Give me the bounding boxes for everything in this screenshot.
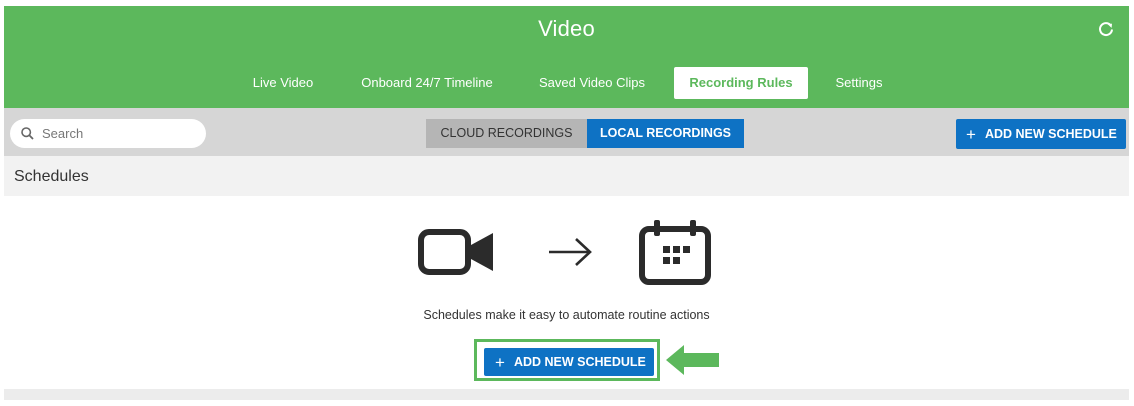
arrow-right-icon [549,238,592,266]
schedules-empty-state: Schedules make it easy to automate routi… [4,196,1129,389]
pointer-arrow-icon [666,345,719,375]
plus-icon: + [495,352,505,372]
app-frame: Video Live Video Onboard 24/7 Timeline S… [4,6,1129,400]
tab-live-video[interactable]: Live Video [242,67,324,99]
bottom-strip [4,389,1129,400]
add-new-schedule-center-button[interactable]: + ADD NEW SCHEDULE [484,348,654,376]
page-title: Video [538,16,595,41]
highlight-box: + ADD NEW SCHEDULE [474,339,660,381]
toolbar: CLOUD RECORDINGS LOCAL RECORDINGS + ADD … [4,108,1129,156]
tab-settings[interactable]: Settings [827,67,891,99]
add-new-schedule-button[interactable]: + ADD NEW SCHEDULE [956,119,1126,149]
local-recordings-toggle[interactable]: LOCAL RECORDINGS [587,119,744,148]
add-new-schedule-label: ADD NEW SCHEDULE [984,127,1117,141]
empty-state-message: Schedules make it easy to automate routi… [423,308,710,322]
search-box [10,119,206,148]
tab-saved-video-clips[interactable]: Saved Video Clips [529,67,655,99]
cloud-recordings-toggle[interactable]: CLOUD RECORDINGS [426,119,587,148]
search-icon [21,127,34,140]
tab-onboard-timeline[interactable]: Onboard 24/7 Timeline [350,67,504,99]
tab-recording-rules[interactable]: Recording Rules [674,67,808,99]
add-new-schedule-center-label: ADD NEW SCHEDULE [513,355,646,369]
refresh-icon[interactable] [1095,18,1117,40]
schedules-header: Schedules [4,156,1129,196]
header-bar: Video Live Video Onboard 24/7 Timeline S… [4,6,1129,108]
search-input[interactable] [42,123,197,144]
video-camera-icon [418,229,493,275]
calendar-icon [639,220,711,285]
plus-icon: + [966,124,976,144]
section-title: Schedules [14,168,89,185]
tab-bar: Live Video Onboard 24/7 Timeline Saved V… [4,67,1129,99]
